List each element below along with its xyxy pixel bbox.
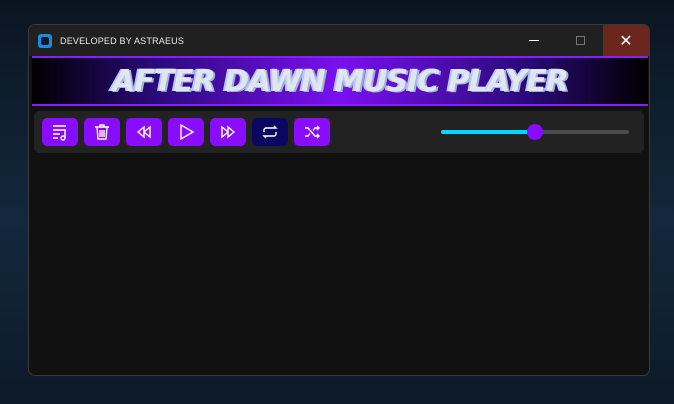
shuffle-icon xyxy=(305,125,320,139)
play-icon xyxy=(180,123,195,141)
app-icon xyxy=(38,33,52,48)
volume-fill xyxy=(441,130,535,134)
banner: AFTER DAWN MUSIC PLAYER xyxy=(32,56,648,106)
delete-button[interactable] xyxy=(84,118,120,146)
maximize-icon xyxy=(575,36,585,45)
previous-button[interactable] xyxy=(126,118,162,146)
repeat-button[interactable] xyxy=(252,118,288,146)
repeat-icon xyxy=(262,125,278,139)
playlist-icon xyxy=(53,125,66,141)
minimize-button[interactable] xyxy=(511,25,557,56)
shuffle-button[interactable] xyxy=(294,118,330,146)
minimize-icon xyxy=(529,40,539,41)
volume-thumb[interactable] xyxy=(527,124,543,140)
fast-forward-icon xyxy=(221,125,236,139)
rewind-icon xyxy=(136,125,151,139)
toolbar xyxy=(34,111,644,153)
playlist-button[interactable] xyxy=(42,118,78,146)
app-window: DEVELOPED BY ASTRAEUS ✕ AFTER DAWN MUSIC… xyxy=(28,24,650,376)
close-button[interactable]: ✕ xyxy=(603,25,649,56)
title-bar[interactable]: DEVELOPED BY ASTRAEUS ✕ xyxy=(29,25,649,56)
play-button[interactable] xyxy=(168,118,204,146)
next-button[interactable] xyxy=(210,118,246,146)
maximize-button[interactable] xyxy=(557,25,603,56)
volume-slider[interactable] xyxy=(441,124,629,140)
banner-title: AFTER DAWN MUSIC PLAYER xyxy=(112,63,569,99)
window-title: DEVELOPED BY ASTRAEUS xyxy=(60,35,185,46)
trash-icon xyxy=(95,124,109,140)
